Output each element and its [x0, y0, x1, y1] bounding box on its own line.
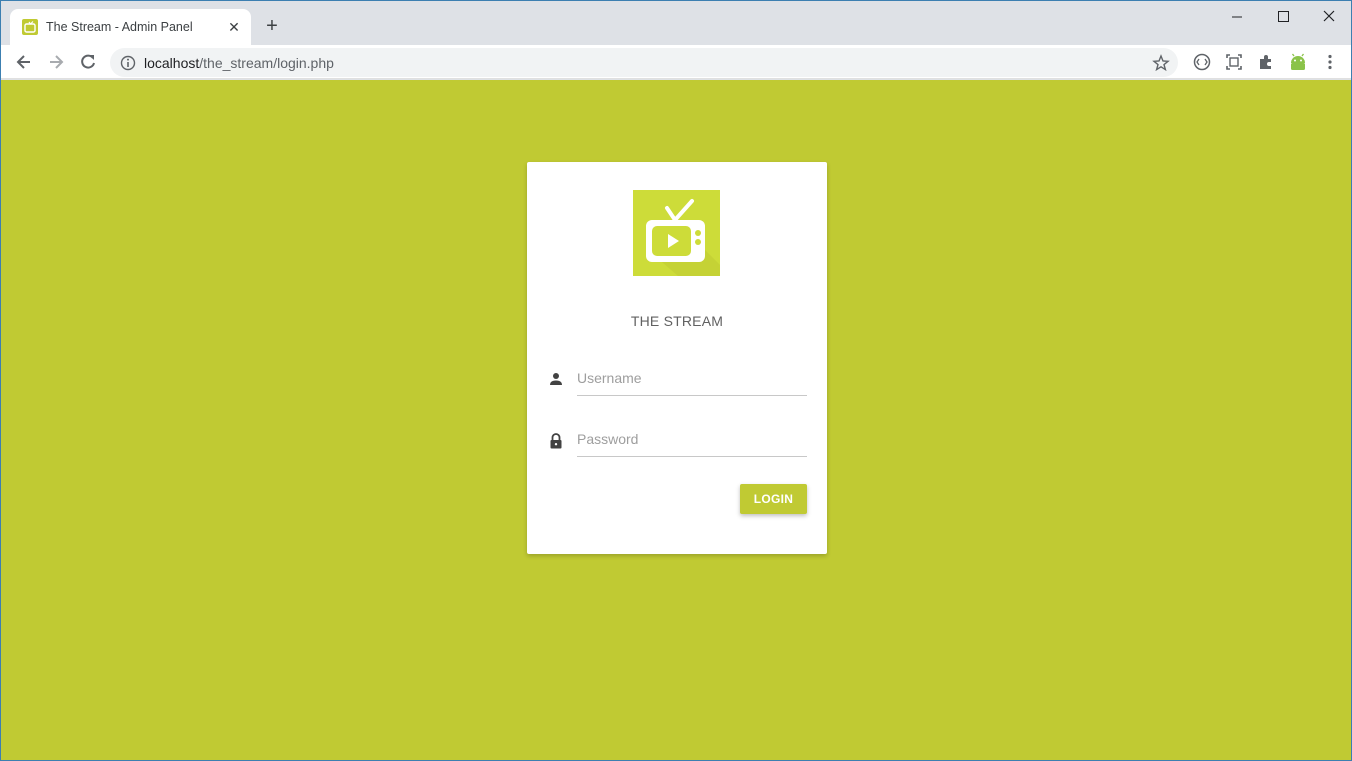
code-extension-icon[interactable] — [1192, 52, 1212, 72]
username-field — [547, 360, 807, 400]
back-icon[interactable] — [14, 52, 34, 72]
browser-window: The Stream - Admin Panel ✕ + localhost/t… — [0, 0, 1352, 761]
star-icon[interactable] — [1152, 54, 1170, 77]
tv-logo-icon — [633, 190, 720, 276]
lock-icon — [549, 433, 563, 454]
tab-active[interactable]: The Stream - Admin Panel ✕ — [10, 9, 251, 45]
info-icon[interactable] — [120, 55, 136, 76]
tab-close-icon[interactable]: ✕ — [226, 19, 242, 35]
login-card: THE STREAM LOGIN — [527, 162, 827, 554]
reload-icon[interactable] — [78, 52, 98, 72]
page-background: THE STREAM LOGIN — [1, 80, 1351, 760]
forward-icon[interactable] — [46, 52, 66, 72]
brand-title: THE STREAM — [630, 313, 724, 329]
android-extension-icon[interactable] — [1288, 52, 1308, 72]
maximize-icon[interactable] — [1271, 7, 1295, 27]
address-bar[interactable]: localhost/the_stream/login.php — [110, 48, 1178, 77]
tab-strip: The Stream - Admin Panel ✕ + — [1, 1, 1351, 45]
password-field — [547, 421, 807, 461]
url-host: localhost — [144, 55, 200, 71]
url-path: /the_stream/login.php — [199, 55, 334, 71]
screenshot-extension-icon[interactable] — [1224, 52, 1244, 72]
person-icon — [549, 372, 563, 391]
url-text: localhost/the_stream/login.php — [144, 55, 334, 71]
tab-title: The Stream - Admin Panel — [46, 20, 193, 34]
tv-favicon-icon — [22, 19, 38, 35]
new-tab-button[interactable]: + — [263, 16, 281, 36]
menu-icon[interactable] — [1320, 52, 1340, 72]
minimize-icon[interactable] — [1226, 7, 1250, 27]
close-window-icon[interactable] — [1317, 7, 1341, 27]
browser-toolbar: localhost/the_stream/login.php — [1, 45, 1351, 79]
username-input[interactable] — [577, 360, 807, 396]
extensions-puzzle-icon[interactable] — [1256, 52, 1276, 72]
password-input[interactable] — [577, 421, 807, 457]
login-button[interactable]: LOGIN — [740, 484, 807, 514]
